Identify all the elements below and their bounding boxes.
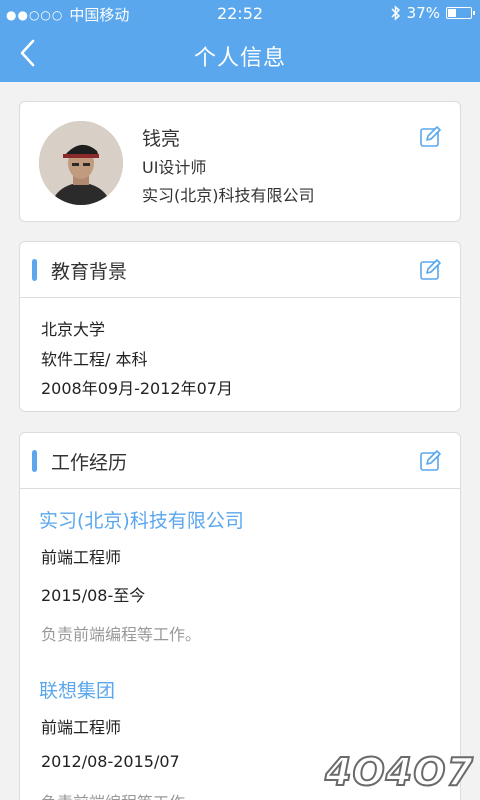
avatar-image xyxy=(39,121,123,205)
work-card: 工作经历 实习(北京)科技有限公司 前端工程师 2015/08-至今 负责前端编… xyxy=(19,432,461,800)
education-header: 教育背景 xyxy=(20,242,460,298)
watermark-logo: 4O4O7 xyxy=(324,749,474,795)
edit-icon[interactable] xyxy=(419,258,443,282)
status-right: 37% xyxy=(391,4,475,22)
battery-fill xyxy=(448,9,456,17)
work-company[interactable]: 实习(北京)科技有限公司 xyxy=(39,506,244,533)
page-title: 个人信息 xyxy=(193,46,286,71)
bluetooth-icon xyxy=(391,5,400,21)
education-major: 软件工程/ 本科 xyxy=(41,350,148,369)
profile-card: 钱亮 UI设计师 实习(北京)科技有限公司 xyxy=(19,101,461,222)
education-school: 北京大学 xyxy=(41,320,106,339)
education-period: 2008年09月-2012年07月 xyxy=(41,379,233,398)
work-header: 工作经历 xyxy=(20,433,460,489)
work-title: 工作经历 xyxy=(51,452,128,474)
work-description: 负责前端编程等工作。 xyxy=(41,789,201,800)
work-period: 2015/08-至今 xyxy=(41,586,146,605)
status-bar: ●●○○○ 中国移动 22:52 37% xyxy=(0,0,480,26)
profile-name: 钱亮 xyxy=(142,128,181,150)
edit-icon[interactable] xyxy=(419,125,443,149)
work-position: 前端工程师 xyxy=(41,548,122,567)
edit-icon[interactable] xyxy=(419,449,443,473)
section-accent-bar xyxy=(32,450,37,472)
battery-icon xyxy=(446,7,475,19)
work-position: 前端工程师 xyxy=(41,718,122,737)
profile-role: UI设计师 xyxy=(142,158,207,177)
work-period: 2012/08-2015/07 xyxy=(41,752,180,771)
avatar[interactable] xyxy=(39,121,123,205)
education-title: 教育背景 xyxy=(51,261,128,283)
education-card: 教育背景 北京大学 软件工程/ 本科 2008年09月-2012年07月 xyxy=(19,241,461,412)
work-company[interactable]: 联想集团 xyxy=(39,676,115,703)
battery-percent: 37% xyxy=(406,4,440,22)
nav-bar: 个人信息 xyxy=(0,26,480,82)
work-description: 负责前端编程等工作。 xyxy=(41,625,202,644)
section-accent-bar xyxy=(32,259,37,281)
profile-company: 实习(北京)科技有限公司 xyxy=(142,186,315,205)
